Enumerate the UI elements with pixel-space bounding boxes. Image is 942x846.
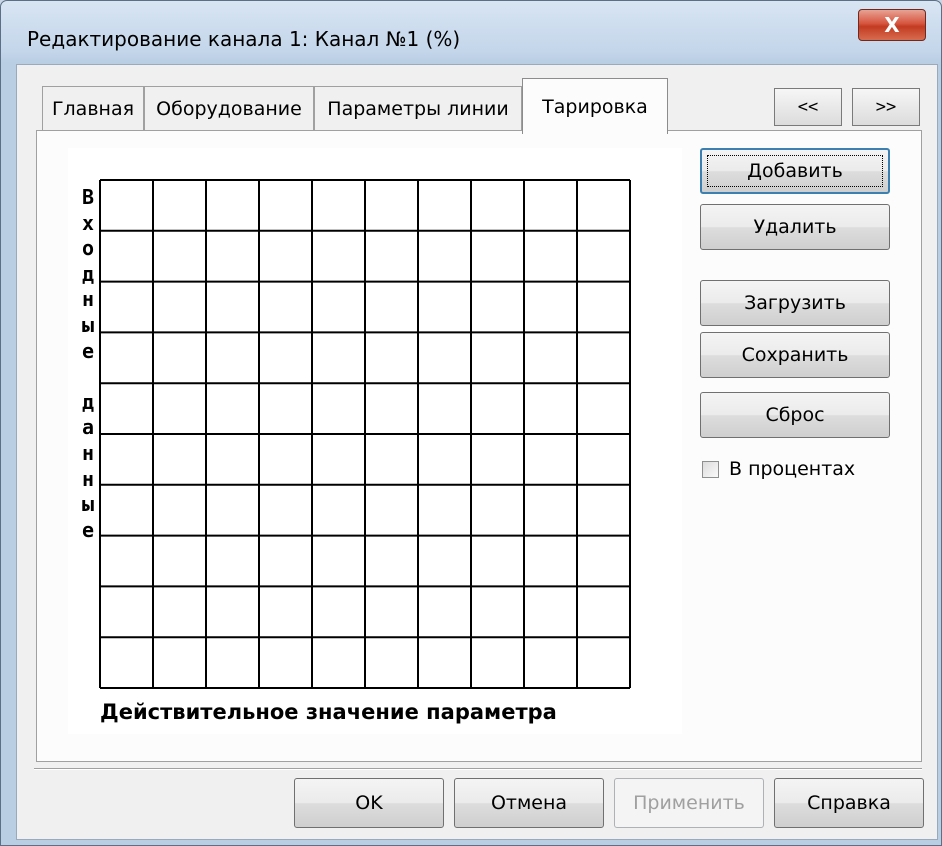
delete-button-label: Удалить [753, 216, 837, 238]
window-title: Редактирование канала 1: Канал №1 (%) [27, 27, 461, 51]
reset-button-label: Сброс [765, 404, 825, 426]
add-button[interactable]: Добавить [700, 148, 890, 194]
y-axis-label-char: н [81, 287, 95, 312]
calibration-chart[interactable] [68, 148, 682, 734]
ok-button-label: OK [355, 792, 383, 814]
prev-tab-button[interactable]: << [774, 88, 842, 126]
title-bar[interactable]: Редактирование канала 1: Канал №1 (%) [1, 1, 941, 65]
prev-tab-label: << [797, 97, 819, 117]
tab-line-params-label: Параметры линии [327, 97, 509, 120]
y-axis-label-char: е [81, 517, 95, 542]
save-button[interactable]: Сохранить [700, 332, 890, 378]
y-axis-label-char: е [81, 338, 95, 363]
footer-separator [34, 768, 922, 770]
y-axis-label-char: В [81, 185, 95, 209]
y-axis-label-char: д [81, 389, 95, 414]
percent-checkbox-row[interactable]: В процентах [702, 458, 855, 480]
save-button-label: Сохранить [741, 344, 849, 366]
apply-button-label: Применить [633, 792, 745, 814]
tab-main-label: Главная [51, 97, 135, 120]
tab-equipment-label: Оборудование [156, 97, 302, 120]
load-button[interactable]: Загрузить [700, 280, 890, 326]
y-axis-label-char: х [81, 210, 95, 235]
load-button-label: Загрузить [744, 292, 846, 314]
y-axis-label-char: а [81, 415, 95, 440]
tab-main[interactable]: Главная [42, 86, 144, 130]
percent-checkbox-label: В процентах [729, 458, 856, 480]
ok-button[interactable]: OK [294, 778, 444, 828]
close-button[interactable]: X [858, 9, 926, 41]
help-button[interactable]: Справка [774, 778, 924, 828]
next-tab-label: >> [875, 97, 897, 117]
close-icon: X [884, 13, 900, 37]
next-tab-button[interactable]: >> [852, 88, 920, 126]
reset-button[interactable]: Сброс [700, 392, 890, 438]
percent-checkbox[interactable] [702, 460, 719, 478]
cancel-button-label: Отмена [490, 792, 568, 814]
tab-equipment[interactable]: Оборудование [144, 86, 314, 130]
y-axis-label-char [76, 364, 100, 390]
tab-line-params[interactable]: Параметры линии [314, 86, 522, 130]
calibration-grid [99, 179, 631, 689]
y-axis-label-char: д [81, 261, 95, 286]
y-axis-label-char: ы [81, 312, 95, 337]
add-button-label: Добавить [747, 160, 843, 182]
y-axis-label-char: о [81, 236, 95, 261]
delete-button[interactable]: Удалить [700, 204, 890, 250]
cancel-button[interactable]: Отмена [454, 778, 604, 828]
y-axis-label-char: ы [81, 492, 95, 517]
y-axis-label-char: н [81, 466, 95, 491]
apply-button[interactable]: Применить [614, 778, 764, 828]
x-axis-label: Действительное значение параметра [100, 700, 557, 724]
help-button-label: Справка [807, 792, 891, 814]
tab-calibration[interactable]: Тарировка [522, 78, 668, 134]
tab-calibration-label: Тарировка [542, 95, 648, 118]
y-axis-label: Входные данные [76, 185, 100, 543]
y-axis-label-char: н [81, 440, 95, 465]
